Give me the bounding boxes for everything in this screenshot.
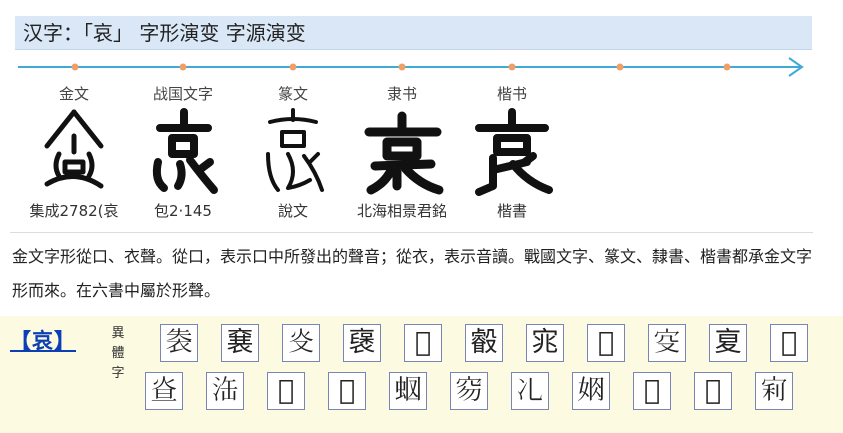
variant-char[interactable]: 𡨝 [587, 324, 625, 362]
stage-label-zhanguo: 战国文字 [152, 85, 213, 103]
variant-char[interactable]: 㲊 [465, 324, 503, 362]
stage-label-jinwen: 金文 [58, 85, 89, 103]
source-label-lishu: 北海相景君銘 [356, 202, 447, 220]
variant-char[interactable]: 𤇁 [145, 372, 183, 410]
timeline-dot [289, 63, 297, 71]
variant-char[interactable]: 宨 [526, 324, 564, 362]
etymology-explanation: 金文字形從口、衣聲。從口，表示口中所發出的聲音；從衣，表示音讀。戰國文字、篆文、… [12, 247, 813, 300]
glyph-kaishu-image [457, 106, 567, 196]
variant-char[interactable]: 𡉋 [328, 372, 366, 410]
timeline-dot [71, 63, 79, 71]
glyph-jinwen-image [19, 106, 129, 196]
source-label-kaishu: 楷書 [496, 202, 527, 220]
timeline-dot [616, 63, 624, 71]
timeline [18, 57, 804, 77]
head-character-link[interactable]: 【哀】 [10, 325, 76, 355]
variant-char[interactable]: 𡧉 [633, 372, 671, 410]
variant-char[interactable]: 襃 [343, 324, 381, 362]
variant-char[interactable]: 𡜃 [572, 372, 610, 410]
timeline-dot [723, 63, 731, 71]
timeline-dot [179, 63, 187, 71]
variant-char[interactable]: 𣳬 [206, 372, 244, 410]
stage-label-lishu: 隶书 [386, 85, 417, 103]
source-label-zhuanwen: 說文 [277, 202, 308, 220]
glyph-zhuanwen-image [238, 106, 348, 196]
variant-char[interactable]: 𧉫 [389, 372, 427, 410]
variant-char[interactable]: 𡧔 [648, 324, 686, 362]
variant-char[interactable]: 𤆌 [282, 324, 320, 362]
variant-label: 異體字 [111, 326, 125, 381]
variant-char[interactable]: 𡨖 [755, 372, 793, 410]
variant-char[interactable]: 𢤥 [694, 372, 732, 410]
source-label-zhanguo: 包2·145 [154, 202, 212, 220]
stage-label-zhuanwen: 篆文 [277, 85, 308, 103]
stage-label-kaishu: 楷书 [496, 85, 527, 103]
variant-char[interactable]: 㚆 [709, 324, 747, 362]
variant-char[interactable]: 㐮 [221, 324, 259, 362]
timeline-dot [398, 63, 406, 71]
page-title: 汉字：「哀」 字形演变 字源演变 [15, 16, 812, 50]
timeline-dot [508, 63, 516, 71]
variant-char[interactable]: 𥤽 [450, 372, 488, 410]
source-label-jinwen: 集成2782(哀 [29, 202, 119, 220]
variant-char[interactable]: 𡨐 [267, 372, 305, 410]
glyph-zhanguo-image [128, 106, 238, 196]
divider [10, 232, 813, 233]
variant-char[interactable]: 𧙍 [160, 324, 198, 362]
variant-char[interactable]: 𧞤 [404, 324, 442, 362]
variant-char[interactable]: 𠖬 [511, 372, 549, 410]
variant-char[interactable]: 𢗳 [770, 324, 808, 362]
glyph-lishu-image [347, 106, 457, 196]
